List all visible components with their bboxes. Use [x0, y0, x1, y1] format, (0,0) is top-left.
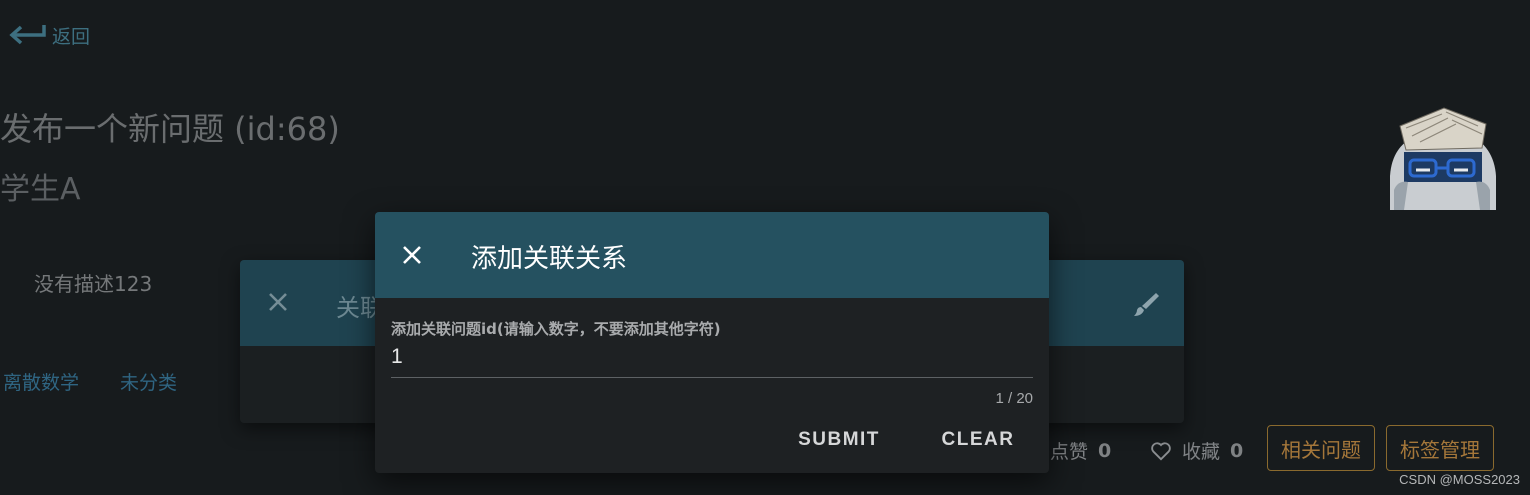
favorite-stat[interactable]: 收藏 0	[1150, 437, 1243, 464]
brush-icon[interactable]	[1132, 290, 1160, 318]
related-id-input[interactable]	[391, 345, 1033, 378]
tag-manage-button[interactable]: 标签管理	[1386, 425, 1494, 471]
related-id-label: 添加关联问题id(请输入数字，不要添加其他字符)	[391, 320, 721, 338]
add-relation-dialog: 添加关联关系 添加关联问题id(请输入数字，不要添加其他字符) 1 / 20 S…	[375, 212, 1049, 473]
related-questions-button[interactable]: 相关问题	[1267, 425, 1375, 471]
back-link[interactable]: 返回	[8, 22, 90, 49]
favorite-label: 收藏	[1182, 441, 1221, 463]
back-label: 返回	[52, 26, 91, 48]
like-label: 点赞	[1050, 441, 1089, 463]
add-relation-dialog-header: 添加关联关系	[375, 212, 1049, 298]
close-icon[interactable]	[400, 243, 424, 267]
page: 返回 发布一个新问题 (id:68) 学生A 没有描述123 离散数学 未分类 …	[0, 0, 1530, 495]
author-name: 学生A	[0, 172, 81, 207]
related-id-field: 添加关联问题id(请输入数字，不要添加其他字符)	[391, 318, 1033, 378]
favorite-count: 0	[1230, 439, 1244, 462]
like-count: 0	[1098, 439, 1112, 462]
question-description: 没有描述123	[34, 272, 153, 296]
clear-button[interactable]: CLEAR	[931, 420, 1025, 460]
submit-button[interactable]: SUBMIT	[787, 420, 891, 460]
like-stat[interactable]: 点赞 0	[1050, 437, 1111, 464]
page-title: 发布一个新问题 (id:68)	[0, 110, 340, 148]
tag-link-discrete-math[interactable]: 离散数学	[3, 368, 79, 395]
char-counter: 1 / 20	[995, 390, 1033, 407]
heart-outline-icon	[1151, 441, 1171, 460]
arrow-left-return-icon	[9, 24, 46, 44]
watermark: CSDN @MOSS2023	[1399, 472, 1520, 487]
tag-link-uncategorized[interactable]: 未分类	[120, 368, 177, 395]
close-icon[interactable]	[266, 290, 290, 314]
dialog-title: 添加关联关系	[471, 244, 628, 274]
avatar	[1390, 107, 1496, 210]
